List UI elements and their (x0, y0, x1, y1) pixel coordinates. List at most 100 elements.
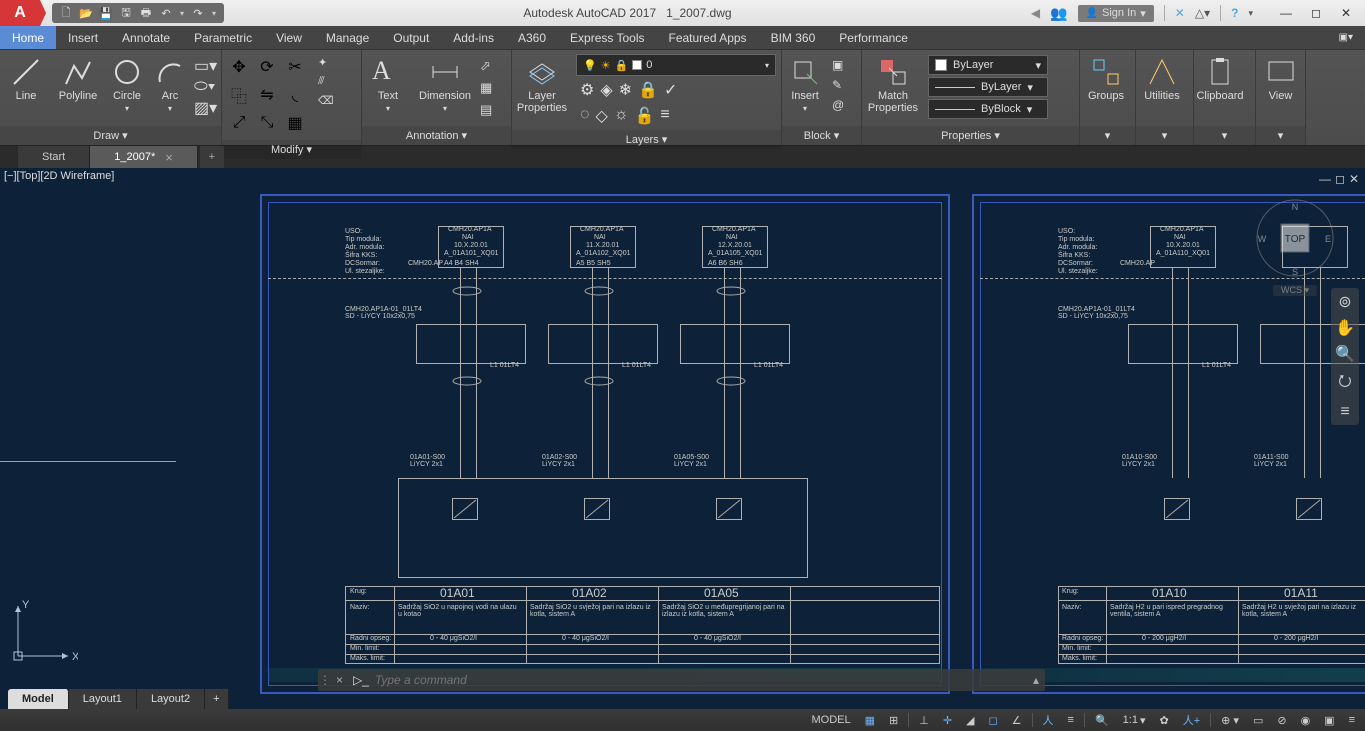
tab-view[interactable]: View (264, 26, 314, 49)
stretch-icon[interactable]: ⤢ (228, 112, 250, 134)
redo-icon[interactable]: ↷ (190, 5, 206, 21)
lwt-icon[interactable]: 人 (1039, 712, 1058, 728)
otrack-icon[interactable]: ∠ (1008, 714, 1026, 727)
app-logo[interactable]: A (0, 0, 40, 26)
laymch-icon[interactable]: ≡ (660, 106, 669, 126)
panel-title-annotation[interactable]: Annotation ▾ (362, 126, 511, 145)
color-dropdown[interactable]: ByLayer▾ (928, 55, 1048, 75)
command-line[interactable]: ⋮ × ▷_ ▴ (318, 669, 1045, 691)
vp-maximize-icon[interactable]: ◻ (1335, 172, 1345, 186)
panel-title-modify[interactable]: Modify ▾ (222, 140, 361, 159)
erase-icon[interactable]: ⌫ (318, 94, 334, 107)
vp-close-icon[interactable]: ✕ (1349, 172, 1359, 186)
isolate-icon[interactable]: ⊘ (1273, 714, 1290, 727)
maximize-button[interactable]: ◻ (1301, 3, 1331, 23)
ribbon-collapse[interactable]: ▣▾ (1327, 26, 1365, 49)
wcs-button[interactable]: WCS ▾ (1273, 285, 1317, 296)
layer-properties-button[interactable]: Layer Properties (512, 52, 572, 114)
laylck-icon[interactable]: 🔒 (638, 80, 658, 100)
tpy-icon[interactable]: ≡ (1064, 714, 1078, 726)
arc-button[interactable]: Arc▾ (150, 52, 190, 113)
offset-icon[interactable]: ⫻ (318, 75, 334, 88)
plot-icon[interactable]: 🖶 (138, 5, 154, 21)
view-label[interactable]: [−][Top][2D Wireframe] (4, 170, 114, 182)
linetype-dropdown[interactable]: ByBlock▾ (928, 99, 1048, 119)
viewcube[interactable]: TOP N S E W WCS ▾ (1255, 198, 1335, 278)
table-icon[interactable]: ▦ (480, 80, 492, 96)
panel-title-utilities[interactable]: ▾ (1136, 126, 1193, 145)
lineweight-dropdown[interactable]: ByLayer▾ (928, 77, 1048, 97)
polyline-button[interactable]: Polyline (52, 52, 104, 102)
scale-dropdown[interactable]: 1:1 ▾ (1119, 714, 1150, 727)
monitor-icon[interactable]: ▭ (1249, 714, 1267, 727)
rotate-icon[interactable]: ⟳ (256, 56, 278, 78)
tab-addins[interactable]: Add-ins (441, 26, 506, 49)
tab-document[interactable]: 1_2007*× (90, 146, 198, 168)
add-layout-button[interactable]: + (205, 689, 228, 709)
text-button[interactable]: AText▾ (362, 52, 414, 113)
array-icon[interactable]: ▦ (284, 112, 306, 134)
customize-icon[interactable]: ≡ (1345, 714, 1359, 726)
panel-title-draw[interactable]: Draw ▾ (0, 126, 221, 145)
layon-icon[interactable]: ◌ (580, 106, 590, 126)
drawing-area[interactable]: [−][Top][2D Wireframe] — ◻ ✕ USO: Tip mo… (0, 168, 1365, 709)
laythw-icon[interactable]: ☼ (614, 106, 629, 126)
line-button[interactable]: Line (0, 52, 52, 102)
save-icon[interactable]: 💾 (98, 5, 114, 21)
infocenter-icon[interactable]: 👥 (1050, 5, 1067, 22)
vp-minimize-icon[interactable]: — (1319, 172, 1331, 186)
zoom-icon[interactable]: 🔍 (1335, 344, 1355, 364)
grid-icon[interactable]: ▦ (861, 714, 879, 727)
close-button[interactable]: ✕ (1331, 3, 1361, 23)
tab-a360[interactable]: A360 (506, 26, 558, 49)
grip-icon[interactable]: ⋮ (318, 673, 332, 687)
insert-button[interactable]: Insert▾ (782, 52, 828, 113)
clipboard-button[interactable]: Clipboard (1194, 52, 1246, 102)
new-icon[interactable]: 🗋 (58, 5, 74, 21)
close-cmd-icon[interactable]: × (332, 673, 347, 687)
showmenu-icon[interactable]: ≡ (1340, 403, 1349, 421)
tab-performance[interactable]: Performance (827, 26, 920, 49)
tab-express[interactable]: Express Tools (558, 26, 656, 49)
minimize-button[interactable]: — (1271, 3, 1301, 23)
panel-title-clipboard[interactable]: ▾ (1194, 126, 1255, 145)
orbit-icon[interactable]: ⭮ (1338, 370, 1351, 397)
layuniso-icon[interactable]: ◇ (596, 106, 608, 126)
layer-dropdown[interactable]: 💡 ☀ 🔒 0 ▾ (576, 54, 776, 76)
view-button[interactable]: View (1256, 52, 1305, 102)
panel-title-properties[interactable]: Properties ▾ (862, 126, 1079, 145)
annoscale-icon[interactable]: 🔍 (1091, 714, 1113, 727)
tab-start[interactable]: Start (18, 146, 90, 168)
circle-button[interactable]: Circle▾ (104, 52, 150, 113)
cmd-menu-icon[interactable]: ▴ (1027, 673, 1045, 687)
match-properties-button[interactable]: Match Properties (862, 52, 924, 114)
edit-block-icon[interactable]: ✎ (832, 78, 844, 92)
fillet-icon[interactable]: ◟ (284, 84, 306, 106)
command-input[interactable] (375, 673, 1027, 687)
leader-icon[interactable]: ⬀ (480, 58, 492, 74)
polar-icon[interactable]: ✛ (939, 714, 956, 727)
copy-icon[interactable]: ⿻ (228, 84, 250, 106)
canvas[interactable]: USO: Tip modula: Adr. modula: Šifra KKS:… (0, 168, 1365, 709)
tab-annotate[interactable]: Annotate (110, 26, 182, 49)
dimension-button[interactable]: Dimension▾ (414, 52, 476, 113)
tab-featured[interactable]: Featured Apps (657, 26, 759, 49)
ortho-icon[interactable]: ⊥ (915, 714, 933, 727)
ws-icon[interactable]: ⊕ ▾ (1217, 714, 1243, 727)
attr-icon[interactable]: @ (832, 98, 844, 112)
pan-icon[interactable]: ✋ (1335, 318, 1355, 338)
a360-icon[interactable]: △▾ (1195, 6, 1210, 20)
cleanscreen-icon[interactable]: ▣ (1320, 714, 1338, 727)
mtext-icon[interactable]: ▤ (480, 102, 492, 118)
scale-icon[interactable]: ⤡ (256, 112, 278, 134)
groups-button[interactable]: Groups (1080, 52, 1132, 102)
panel-title-groups[interactable]: ▾ (1080, 126, 1135, 145)
panel-title-layers[interactable]: Layers ▾ (512, 130, 781, 149)
steering-wheel-icon[interactable]: ⊚ (1338, 292, 1351, 312)
layulk-icon[interactable]: 🔓 (635, 106, 655, 126)
ellipse-icon[interactable]: ⬭▾ (194, 78, 214, 96)
panel-title-view[interactable]: ▾ (1256, 126, 1305, 145)
exchange-icon[interactable]: ✕ (1175, 6, 1185, 20)
panel-title-block[interactable]: Block ▾ (782, 126, 861, 145)
laymcur-icon[interactable]: ✓ (664, 80, 677, 100)
